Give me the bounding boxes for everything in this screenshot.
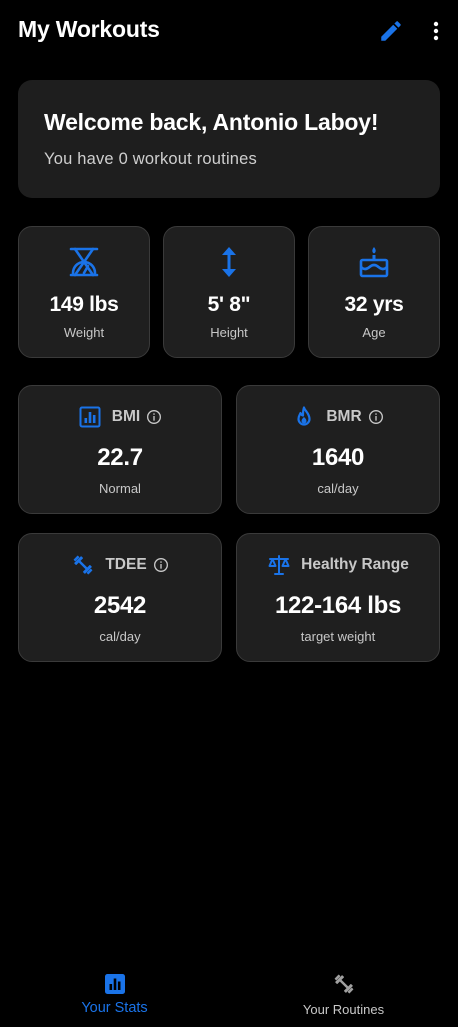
app-bar: My Workouts: [0, 0, 458, 62]
bar-chart-icon: [104, 974, 125, 994]
bmi-label: BMI: [111, 408, 141, 425]
balance-scale-icon: [268, 555, 290, 575]
welcome-title: Welcome back, Antonio Laboy!: [44, 109, 379, 135]
cake-icon: [359, 247, 389, 278]
height-arrows-icon: [222, 247, 236, 277]
info-icon[interactable]: [153, 557, 169, 573]
info-icon[interactable]: [368, 409, 384, 425]
flame-icon: [297, 406, 311, 426]
weight-card: 149 lbs Weight: [18, 226, 150, 358]
dumbbell-icon: [73, 555, 93, 575]
tdee-unit: cal/day: [99, 629, 141, 644]
page-title: My Workouts: [18, 16, 160, 42]
chart-icon: [79, 406, 101, 428]
nav-your-stats[interactable]: Your Stats: [0, 962, 229, 1027]
tdee-card: TDEE 2542 cal/day: [18, 533, 222, 662]
tdee-header: TDEE: [19, 553, 221, 577]
tdee-label: TDEE: [105, 556, 147, 573]
welcome-subtitle: You have 0 workout routines: [44, 150, 258, 168]
weight-value: 149 lbs: [49, 293, 119, 316]
dumbbell-icon: [334, 974, 353, 994]
height-card: 5' 8" Height: [163, 226, 295, 358]
age-value: 32 yrs: [344, 293, 404, 316]
bmr-card: BMR 1640 cal/day: [236, 385, 440, 514]
bmr-value: 1640: [311, 444, 365, 471]
bmi-header: BMI: [19, 405, 221, 429]
bmr-label: BMR: [326, 408, 362, 425]
edit-button[interactable]: [378, 18, 404, 44]
bmi-value: 22.7: [97, 444, 143, 471]
healthy-range-label: Healthy Range: [301, 556, 409, 573]
healthy-range-unit: target weight: [300, 629, 376, 644]
bmr-unit: cal/day: [317, 481, 359, 496]
age-card: 32 yrs Age: [308, 226, 440, 358]
height-value: 5' 8": [207, 293, 251, 316]
tdee-value: 2542: [93, 592, 147, 619]
height-label: Height: [210, 325, 248, 340]
scale-icon: [69, 247, 99, 277]
healthy-range-header: Healthy Range: [237, 553, 439, 577]
healthy-range-card: Healthy Range 122-164 lbs target weight: [236, 533, 440, 662]
nav-label-your-stats: Your Stats: [81, 1000, 148, 1016]
bmi-category: Normal: [99, 481, 141, 496]
info-icon[interactable]: [146, 409, 162, 425]
bmr-header: BMR: [237, 405, 439, 429]
nav-label-your-routines: Your Routines: [302, 1002, 385, 1017]
welcome-card: Welcome back, Antonio Laboy! You have 0 …: [18, 80, 440, 198]
weight-label: Weight: [63, 325, 105, 340]
pencil-icon: [381, 21, 401, 41]
bmi-card: BMI 22.7 Normal: [18, 385, 222, 514]
healthy-range-value: 122-164 lbs: [274, 592, 402, 619]
nav-your-routines[interactable]: Your Routines: [229, 962, 458, 1027]
more-vertical-icon: [433, 21, 439, 41]
age-label: Age: [362, 325, 386, 340]
more-options-button[interactable]: [424, 18, 448, 44]
bottom-navigation: Your Stats Your Routines: [0, 962, 458, 1027]
